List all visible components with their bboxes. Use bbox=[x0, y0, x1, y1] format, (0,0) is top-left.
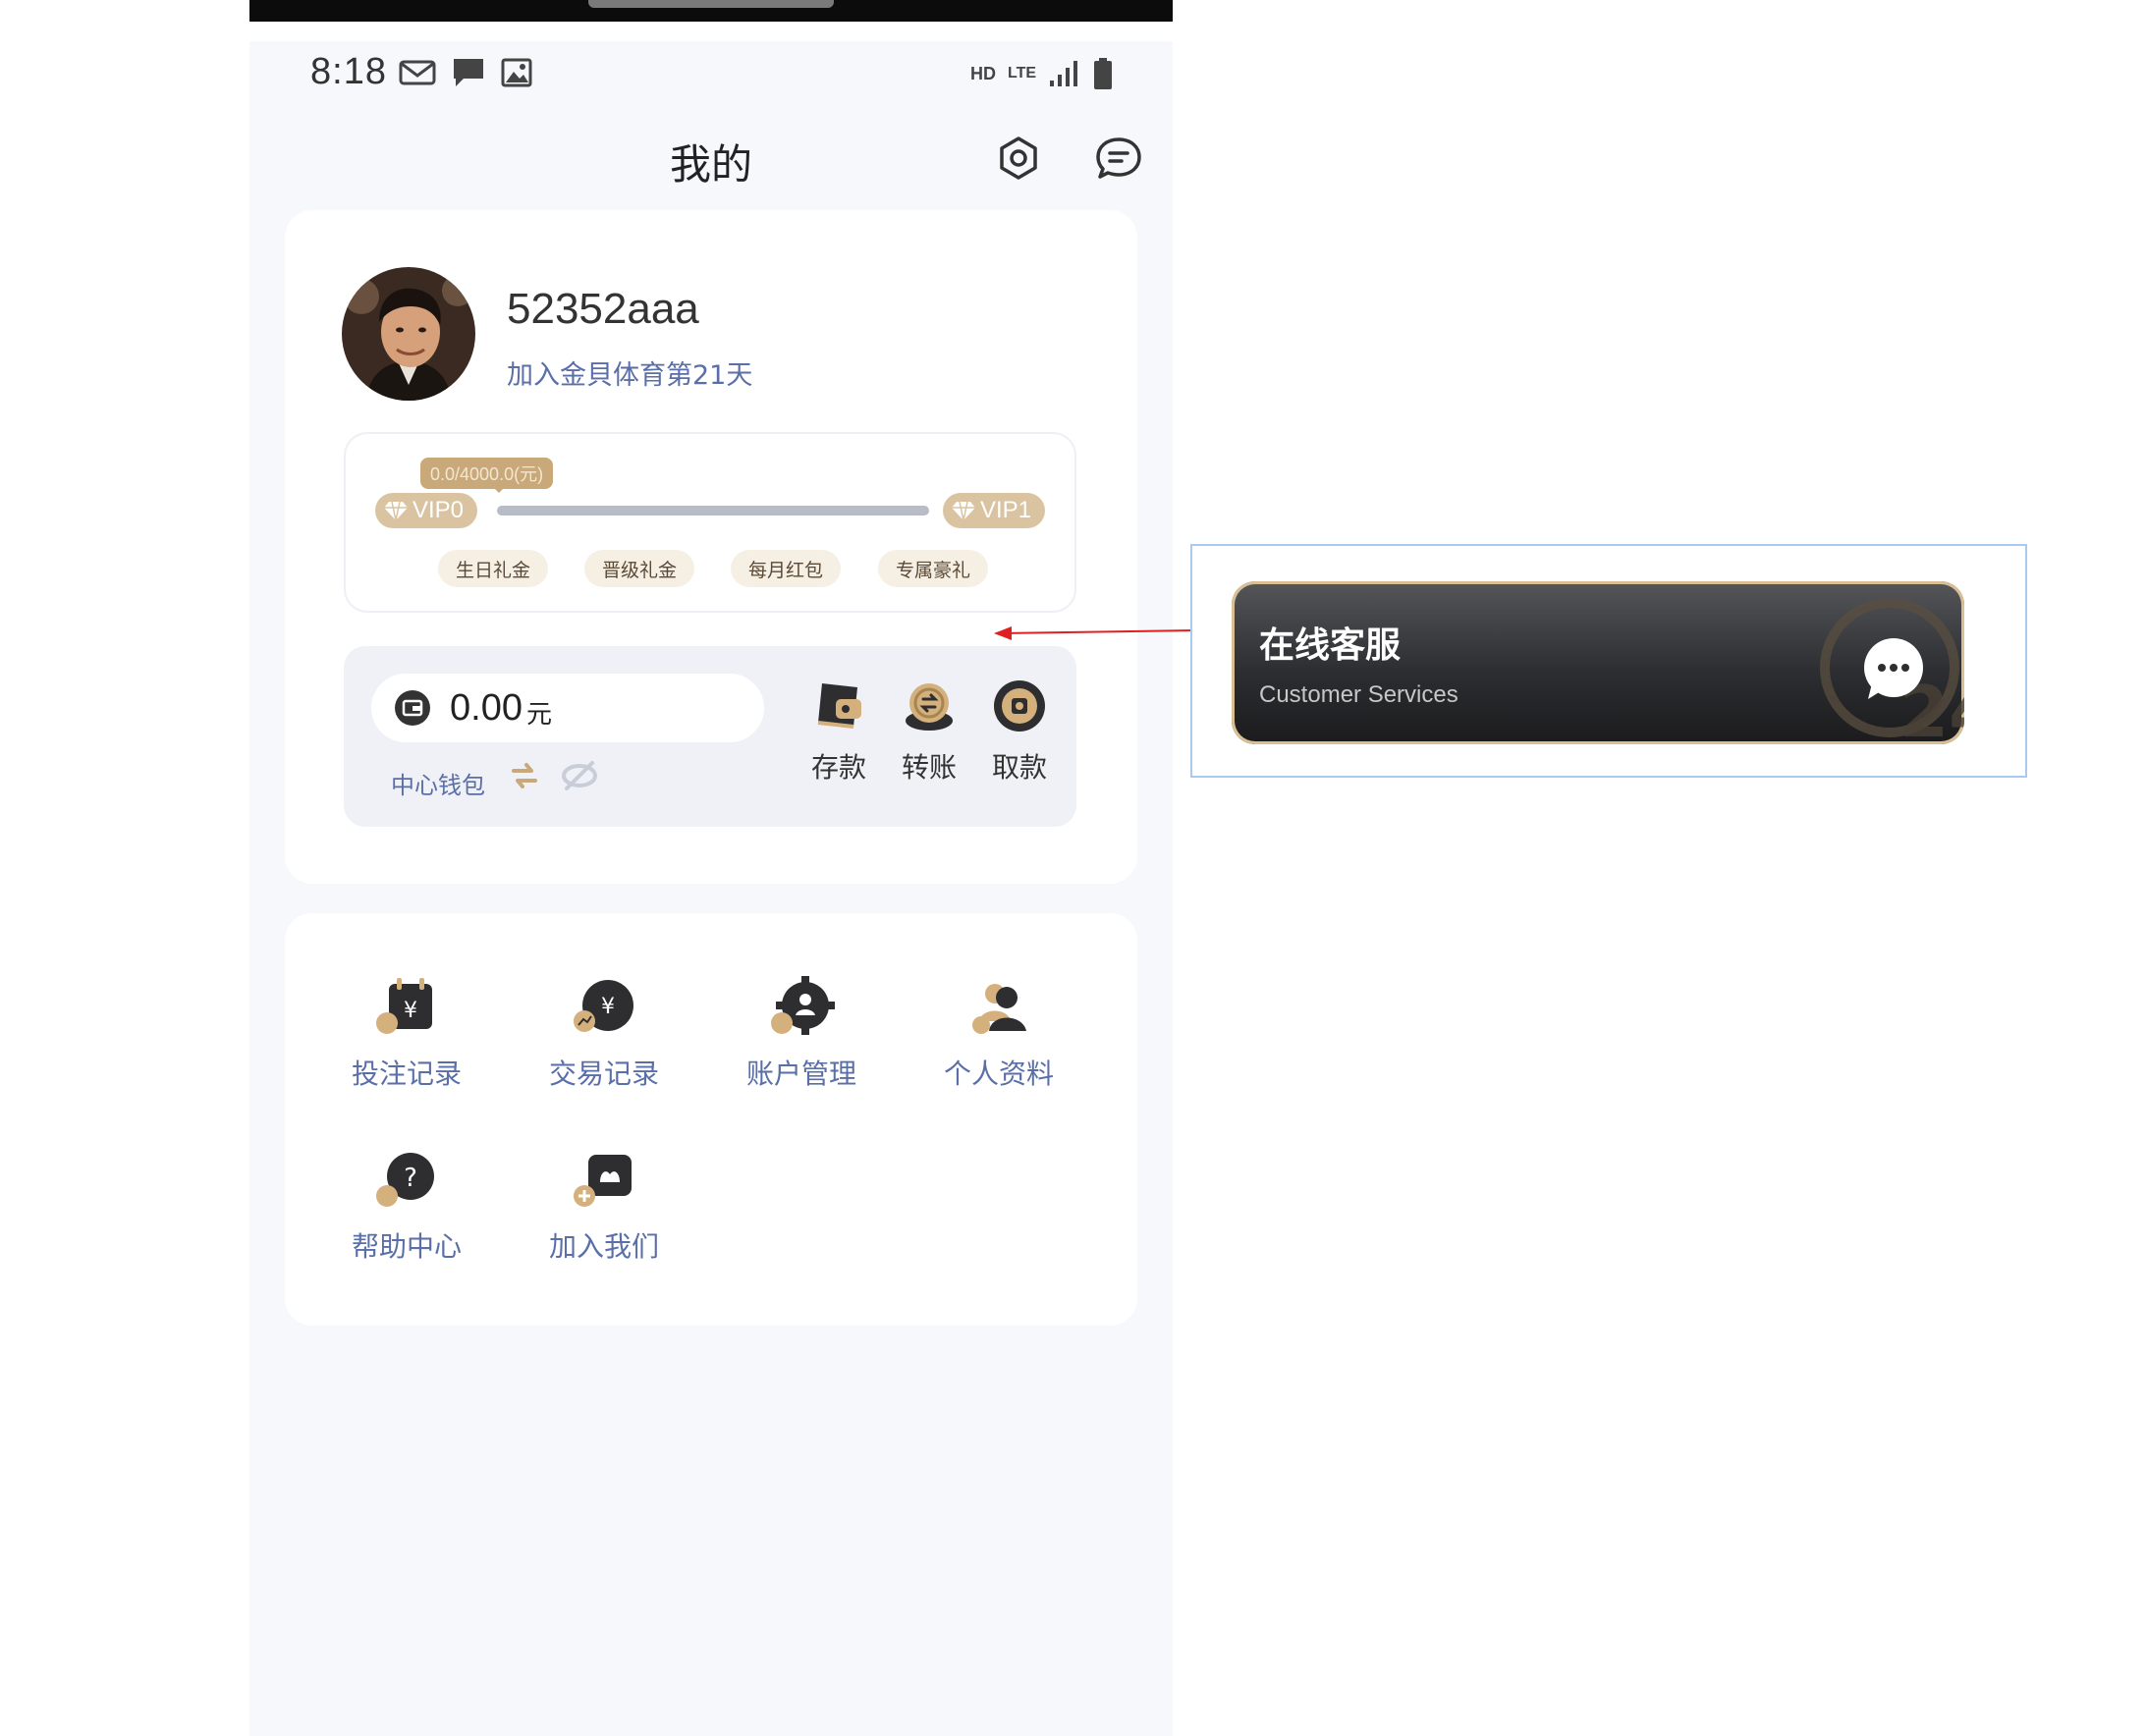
vip-progress-box[interactable]: 0.0/4000.0(元) VIP0 VIP1 生日礼金 晋级礼金 每月红包 专… bbox=[344, 432, 1076, 613]
status-time: 8:18 bbox=[310, 51, 387, 92]
perk-exclusive-gift[interactable]: 专属豪礼 bbox=[878, 550, 989, 587]
message-button[interactable] bbox=[1092, 132, 1145, 185]
status-icons-left bbox=[399, 57, 532, 88]
transfer-button[interactable]: 转账 bbox=[890, 678, 968, 786]
customer-service-subtitle: Customer Services bbox=[1259, 681, 1458, 708]
image-icon bbox=[501, 58, 532, 87]
diamond-icon bbox=[952, 501, 975, 521]
vip-current-label: VIP0 bbox=[413, 497, 465, 523]
center-wallet-label: 中心钱包 bbox=[391, 772, 485, 799]
refresh-icon bbox=[512, 763, 537, 788]
hd-label: HD bbox=[970, 63, 996, 83]
menu-label: 个人资料 bbox=[943, 1058, 1054, 1090]
withdraw-label: 取款 bbox=[991, 751, 1047, 784]
message-bubble-icon bbox=[1096, 137, 1141, 179]
device-gap bbox=[249, 22, 1173, 41]
menu-item-transaction-record[interactable]: ¥ 交易记录 bbox=[506, 976, 702, 1092]
customer-service-title: 在线客服 bbox=[1259, 625, 1402, 666]
transfer-label: 转账 bbox=[901, 751, 957, 784]
svg-text:¥: ¥ bbox=[601, 995, 615, 1019]
svg-text:¥: ¥ bbox=[404, 999, 417, 1023]
battery-icon bbox=[1094, 58, 1113, 89]
refresh-balance-button[interactable] bbox=[505, 756, 544, 795]
menu-item-help-center[interactable]: ? 帮助中心 bbox=[308, 1149, 505, 1265]
settings-hex-icon bbox=[1000, 136, 1037, 180]
menu-label: 投注记录 bbox=[351, 1058, 462, 1090]
device-top-bar bbox=[249, 0, 1173, 22]
avatar-photo bbox=[342, 267, 475, 401]
deposit-label: 存款 bbox=[810, 751, 866, 784]
join-us-icon bbox=[574, 1155, 632, 1207]
settings-button[interactable] bbox=[992, 132, 1045, 185]
phone-screen: 8:18 HD LTE 我的 52352aaa 加入金貝体育第21天 0.0/4… bbox=[249, 0, 1173, 1736]
status-icons-right: HD LTE bbox=[970, 57, 1113, 90]
customer-service-callout: 在线客服 Customer Services 24 bbox=[1190, 544, 2027, 778]
vip-next-badge: VIP1 bbox=[943, 493, 1046, 528]
clock-24-icon: 24 bbox=[1820, 598, 1964, 744]
vip-progress-track bbox=[497, 506, 929, 515]
deposit-button[interactable]: 存款 bbox=[799, 678, 878, 786]
message-icon bbox=[454, 59, 483, 86]
perk-promotion[interactable]: 晋级礼金 bbox=[584, 550, 695, 587]
vip-progress-tooltip: 0.0/4000.0(元) bbox=[420, 458, 554, 493]
menu-item-join-us[interactable]: 加入我们 bbox=[506, 1149, 702, 1265]
perk-monthly-redpacket[interactable]: 每月红包 bbox=[731, 550, 842, 587]
transaction-record-icon: ¥ bbox=[574, 980, 633, 1032]
gmail-icon bbox=[399, 60, 436, 85]
deposit-icon bbox=[817, 683, 861, 729]
bet-record-icon: ¥ bbox=[376, 978, 432, 1034]
diamond-icon bbox=[384, 501, 408, 521]
avatar[interactable] bbox=[342, 267, 475, 401]
vip-next-label: VIP1 bbox=[980, 497, 1032, 523]
wallet-icon bbox=[395, 690, 430, 726]
joined-days-text: 加入金貝体育第21天 bbox=[507, 360, 753, 391]
menu-item-account-management[interactable]: 账户管理 bbox=[703, 976, 900, 1092]
account-management-icon bbox=[771, 976, 835, 1035]
transfer-icon bbox=[906, 683, 953, 731]
profile-card: 52352aaa 加入金貝体育第21天 0.0/4000.0(元) VIP0 V… bbox=[285, 210, 1137, 884]
perk-birthday[interactable]: 生日礼金 bbox=[438, 550, 549, 587]
withdraw-button[interactable]: 取款 bbox=[980, 678, 1059, 786]
menu-card: ¥ 投注记录 ¥ 交易记录 账户管理 个人资料 ? 帮助中心 加入我们 bbox=[285, 913, 1137, 1326]
annotation-arrow bbox=[994, 626, 1195, 640]
balance-amount: 0.00 bbox=[450, 686, 523, 729]
customer-service-button[interactable]: 在线客服 Customer Services 24 bbox=[1232, 581, 1964, 744]
menu-item-bet-record[interactable]: ¥ 投注记录 bbox=[308, 976, 505, 1092]
lte-label: LTE bbox=[1008, 65, 1037, 81]
personal-info-icon bbox=[972, 984, 1026, 1034]
withdraw-icon bbox=[994, 680, 1045, 732]
eye-hidden-icon bbox=[562, 761, 597, 790]
menu-label: 交易记录 bbox=[548, 1058, 659, 1090]
menu-label: 帮助中心 bbox=[351, 1230, 462, 1263]
balance-pill: 0.00 元 bbox=[371, 674, 764, 742]
wallet-box: 0.00 元 中心钱包 存款 转账 取款 bbox=[344, 646, 1076, 827]
balance-unit: 元 bbox=[525, 699, 552, 730]
menu-item-personal-info[interactable]: 个人资料 bbox=[901, 976, 1097, 1092]
signal-icon bbox=[1050, 61, 1078, 86]
username: 52352aaa bbox=[507, 285, 699, 333]
help-center-icon: ? bbox=[376, 1153, 434, 1207]
hide-balance-button[interactable] bbox=[560, 756, 599, 795]
vip-current-badge: VIP0 bbox=[375, 493, 478, 528]
menu-label: 账户管理 bbox=[745, 1058, 856, 1090]
menu-label: 加入我们 bbox=[548, 1230, 659, 1263]
svg-text:?: ? bbox=[404, 1164, 417, 1193]
